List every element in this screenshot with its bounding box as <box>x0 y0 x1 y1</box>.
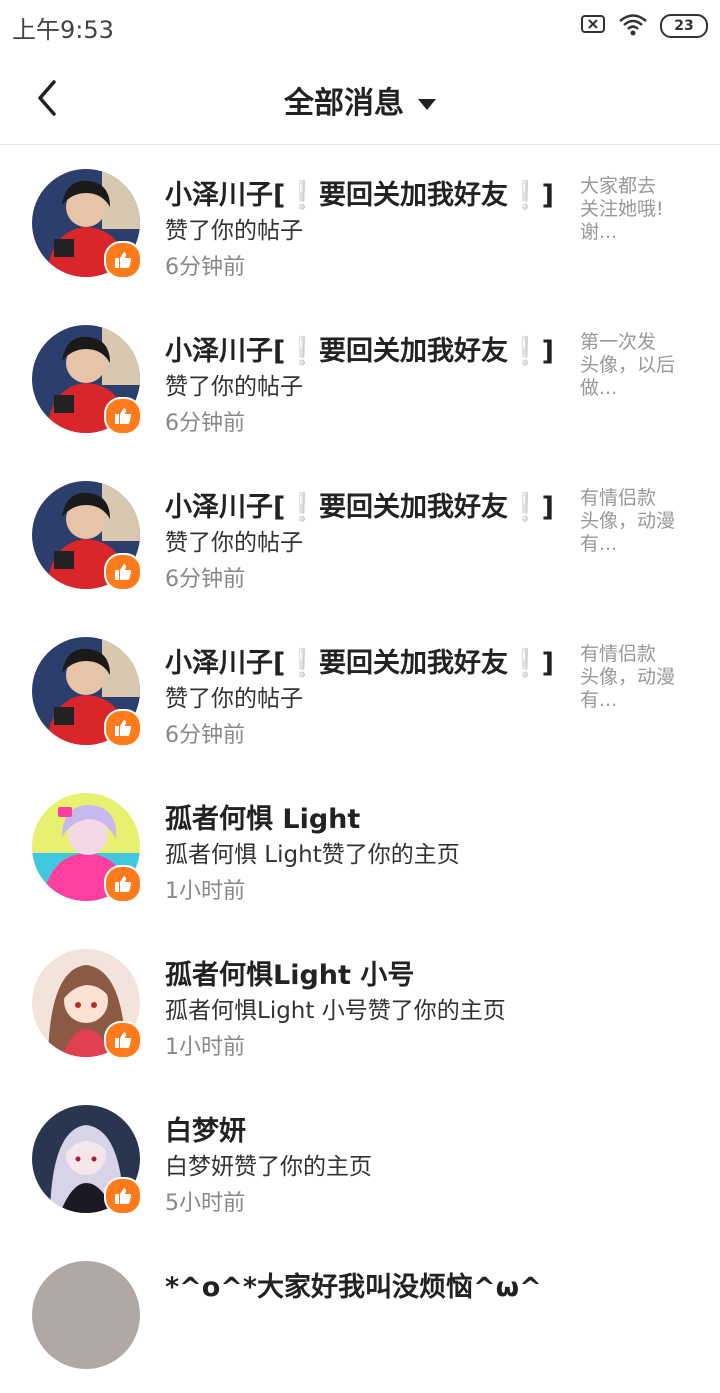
post-preview-line: 大家都去 <box>580 175 657 197</box>
post-preview[interactable]: 有情侣款 头像，动漫 有... <box>580 643 700 712</box>
sim-off-icon <box>580 13 606 39</box>
list-item[interactable]: 孤者何惧 Light 孤者何惧 Light赞了你的主页 1小时前 <box>0 769 720 925</box>
list-item[interactable]: 孤者何惧Light 小号 孤者何惧Light 小号赞了你的主页 1小时前 <box>0 925 720 1081</box>
sender-name[interactable]: 小泽川子[❕要回关加我好友❕] <box>165 329 554 368</box>
sender-name[interactable]: 白梦妍 <box>165 1109 246 1148</box>
thumbs-up-icon <box>115 1188 132 1204</box>
notification-text: 赞了你的帖子 <box>165 218 303 244</box>
message-filter-dropdown[interactable]: 全部消息 <box>0 78 720 122</box>
avatar-wrap <box>32 637 142 747</box>
sender-name[interactable]: 孤者何惧Light 小号 <box>165 953 414 992</box>
thumbs-up-icon <box>115 252 132 268</box>
post-preview-line: 头像，动漫 <box>580 666 676 688</box>
like-badge <box>104 397 142 435</box>
timestamp: 1小时前 <box>165 879 245 904</box>
status-icons: 23 <box>580 12 708 40</box>
post-preview[interactable]: 大家都去 关注她哦! 谢... <box>580 175 700 244</box>
post-preview-line: 有... <box>580 689 618 711</box>
like-badge <box>104 1021 142 1059</box>
notification-text: 白梦妍赞了你的主页 <box>165 1154 372 1180</box>
status-time: 上午9:53 <box>12 16 114 44</box>
notification-text: 赞了你的帖子 <box>165 374 303 400</box>
header: 全部消息 <box>0 52 720 145</box>
post-preview-line: 头像，动漫 <box>580 510 676 532</box>
post-preview-line: 第一次发 <box>580 331 657 353</box>
wifi-icon <box>618 12 648 40</box>
sender-name[interactable]: 小泽川子[❕要回关加我好友❕] <box>165 173 554 212</box>
list-item[interactable]: 小泽川子[❕要回关加我好友❕] 赞了你的帖子 6分钟前 大家都去 关注她哦! 谢… <box>0 145 720 301</box>
notification-text: 孤者何惧 Light赞了你的主页 <box>165 842 460 868</box>
sender-name[interactable]: 孤者何惧 Light <box>165 797 360 836</box>
sender-name[interactable]: 小泽川子[❕要回关加我好友❕] <box>165 485 554 524</box>
sender-name[interactable]: 小泽川子[❕要回关加我好友❕] <box>165 641 554 680</box>
like-badge <box>104 1177 142 1215</box>
post-preview-line: 有... <box>580 533 618 555</box>
list-item[interactable]: 小泽川子[❕要回关加我好友❕] 赞了你的帖子 6分钟前 有情侣款 头像，动漫 有… <box>0 613 720 769</box>
thumbs-up-icon <box>115 408 132 424</box>
timestamp: 1小时前 <box>165 1035 245 1060</box>
avatar-wrap <box>32 481 142 591</box>
avatar-wrap <box>32 325 142 435</box>
post-preview-line: 做... <box>580 377 618 399</box>
list-item[interactable]: 小泽川子[❕要回关加我好友❕] 赞了你的帖子 6分钟前 第一次发 头像，以后 做… <box>0 301 720 457</box>
avatar-wrap <box>32 949 142 1059</box>
notification-text: 赞了你的帖子 <box>165 686 303 712</box>
post-preview-line: 头像，以后 <box>580 354 676 376</box>
post-preview-line: 有情侣款 <box>580 643 657 665</box>
avatar-wrap <box>32 793 142 903</box>
timestamp: 5小时前 <box>165 1191 245 1216</box>
page-title: 全部消息 <box>284 86 404 121</box>
timestamp: 6分钟前 <box>165 723 245 748</box>
post-preview[interactable]: 第一次发 头像，以后 做... <box>580 331 700 400</box>
list-item[interactable]: 小泽川子[❕要回关加我好友❕] 赞了你的帖子 6分钟前 有情侣款 头像，动漫 有… <box>0 457 720 613</box>
like-badge <box>104 709 142 747</box>
avatar-wrap <box>32 1261 140 1369</box>
timestamp: 6分钟前 <box>165 411 245 436</box>
like-badge <box>104 241 142 279</box>
avatar-wrap <box>32 169 142 279</box>
dropdown-caret-icon <box>418 99 436 110</box>
like-badge <box>104 553 142 591</box>
status-bar: 上午9:53 23 <box>0 0 720 52</box>
post-preview-line: 谢... <box>580 221 618 243</box>
notification-text: 孤者何惧Light 小号赞了你的主页 <box>165 998 506 1024</box>
sender-name[interactable]: *^o^*大家好我叫没烦恼^ω^ <box>165 1265 542 1304</box>
post-preview-line: 关注她哦! <box>580 198 664 220</box>
notification-text: 赞了你的帖子 <box>165 530 303 556</box>
avatar[interactable] <box>32 1261 140 1369</box>
timestamp: 6分钟前 <box>165 255 245 280</box>
post-preview[interactable]: 有情侣款 头像，动漫 有... <box>580 487 700 556</box>
battery-icon: 23 <box>660 14 708 38</box>
thumbs-up-icon <box>115 1032 132 1048</box>
avatar-wrap <box>32 1105 142 1215</box>
like-badge <box>104 865 142 903</box>
list-item[interactable]: 白梦妍 白梦妍赞了你的主页 5小时前 <box>0 1081 720 1237</box>
thumbs-up-icon <box>115 564 132 580</box>
post-preview-line: 有情侣款 <box>580 487 657 509</box>
timestamp: 6分钟前 <box>165 567 245 592</box>
thumbs-up-icon <box>115 876 132 892</box>
list-item[interactable]: *^o^*大家好我叫没烦恼^ω^ <box>0 1237 720 1393</box>
thumbs-up-icon <box>115 720 132 736</box>
